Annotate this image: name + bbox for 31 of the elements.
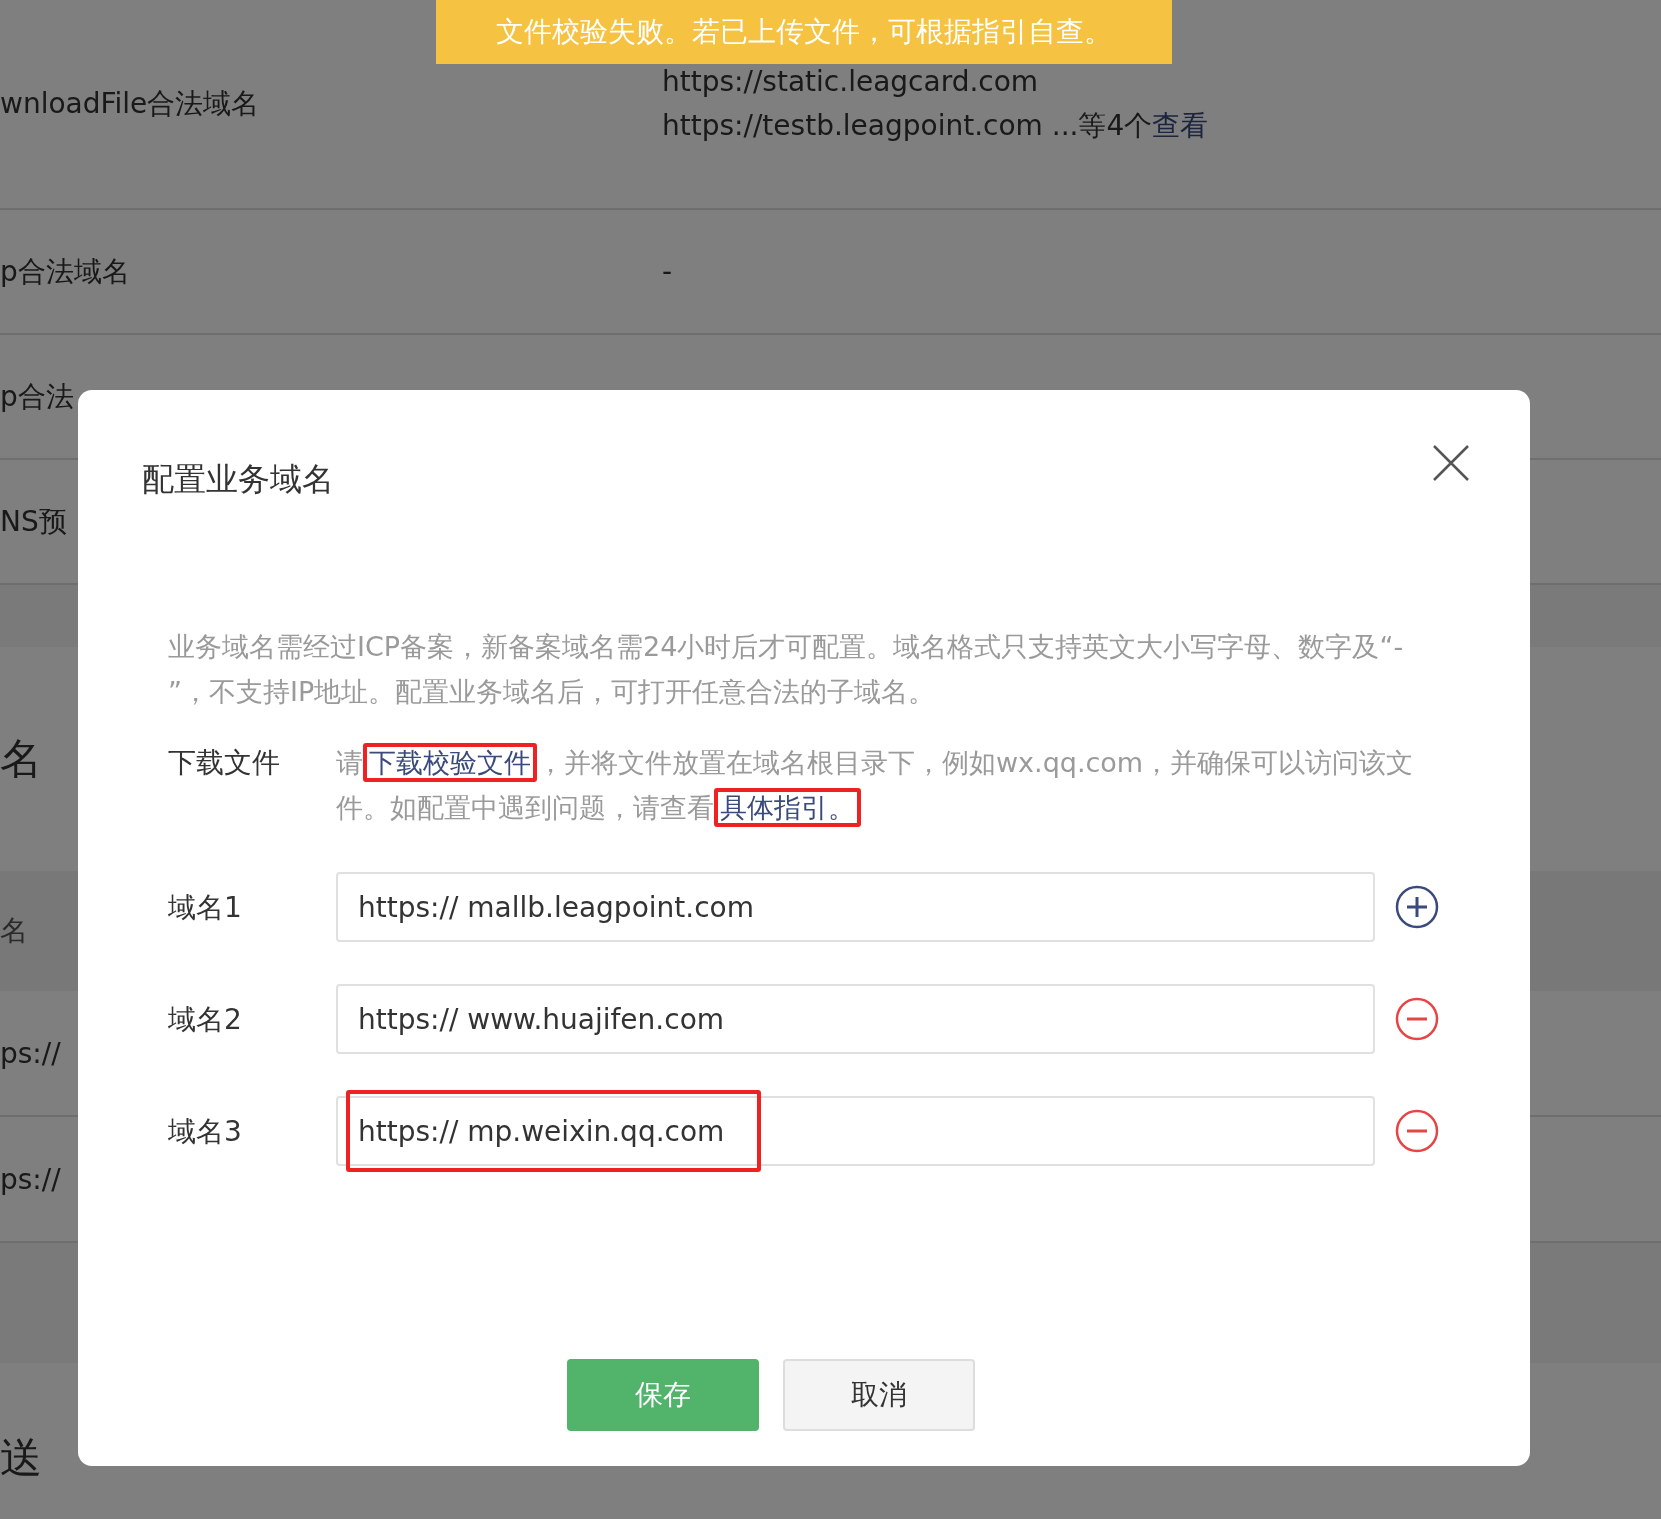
field-value: - — [662, 253, 673, 290]
column-header: 名 — [0, 913, 28, 949]
close-icon[interactable] — [1432, 444, 1470, 482]
table-cell: ps:// — [0, 1036, 61, 1070]
error-toast: 文件校验失败。若已上传文件，可根据指引自查。 — [436, 0, 1172, 64]
field-label: 域名2 — [168, 1001, 243, 1038]
remove-icon[interactable] — [1395, 1109, 1439, 1153]
domain-text: https://static.leagcard.com — [662, 64, 1040, 100]
dialog-title: 配置业务域名 — [142, 459, 334, 500]
field-label: wnloadFile合法域名 — [0, 86, 261, 122]
table-cell: ps:// — [0, 1162, 61, 1196]
domain-input[interactable]: https:// mallb.leagpoint.com — [336, 872, 1375, 942]
field-label: 下载文件 — [168, 745, 281, 781]
field-label: p合法域名 — [0, 253, 131, 290]
domain-input[interactable]: https:// www.huajifen.com — [336, 984, 1375, 1054]
instruction-text: 请 下载校验文件 ，并将文件放置在域名根目录下，例如wx.qq.com，并确保可以访问该文件。如配置中遇到问题，请查看 具体指引。 — [336, 740, 1440, 830]
guide-link[interactable]: 具体指引。 — [714, 788, 861, 827]
section-title: 名 — [0, 733, 42, 785]
notice-text: 业务域名需经过ICP备案，新备案域名需24小时后才可配置。域名格式只支持英文大小写字母、数字及“- ”，不支持IP地址。配置业务域名后，可打开任意合法的子域名。 — [168, 630, 1405, 709]
add-icon[interactable] — [1395, 885, 1439, 929]
field-label: 域名3 — [168, 1113, 243, 1150]
domain-input[interactable]: https:// mp.weixin.qq.com — [336, 1096, 1375, 1166]
field-label: 域名1 — [168, 889, 243, 926]
cancel-button[interactable]: 取消 — [783, 1359, 975, 1431]
view-link[interactable]: 查看 — [1152, 109, 1209, 142]
remove-icon[interactable] — [1395, 997, 1439, 1041]
download-link[interactable]: 下载校验文件 — [363, 743, 537, 782]
section-title: 送 — [0, 1432, 42, 1484]
field-label: p合法 — [0, 378, 75, 415]
field-label: NS预 — [0, 503, 68, 540]
domain-text: https://testb.leagpoint.com ...等4个 — [662, 109, 1153, 142]
